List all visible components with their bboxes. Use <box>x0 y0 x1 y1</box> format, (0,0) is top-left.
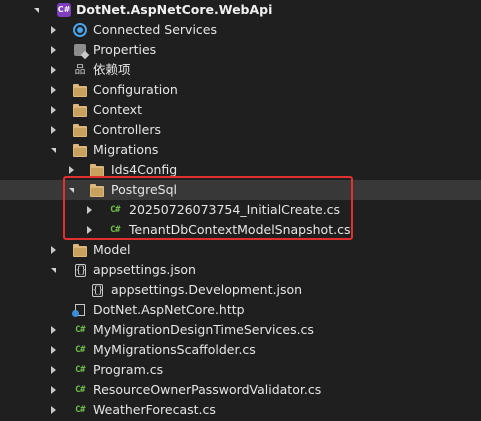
connected-services-icon <box>72 22 88 38</box>
tree-item-label: MyMigrationsScaffolder.cs <box>93 342 256 357</box>
chevron-right-icon[interactable] <box>47 60 59 80</box>
chevron-down-icon[interactable] <box>47 140 59 160</box>
chevron-right-icon[interactable] <box>47 380 59 400</box>
tree-item-label: Controllers <box>93 122 161 137</box>
dependencies-icon: 品 <box>74 63 86 76</box>
tree-item-label: appsettings.Development.json <box>111 282 303 297</box>
chevron-right-icon[interactable] <box>47 100 59 120</box>
tree-row-resource-owner[interactable]: C# ResourceOwnerPasswordValidator.cs <box>0 380 481 400</box>
tree-row-context[interactable]: Context <box>0 100 481 120</box>
chevron-down-icon[interactable] <box>47 260 59 280</box>
tree-row-model[interactable]: Model <box>0 240 481 260</box>
folder-open-icon <box>72 142 88 158</box>
tree-row-connected-services[interactable]: Connected Services <box>0 20 481 40</box>
tree-row-controllers[interactable]: Controllers <box>0 120 481 140</box>
project-name: DotNet.AspNetCore.WebApi <box>76 2 273 17</box>
tree-row-dependencies[interactable]: 品 依赖项 <box>0 60 481 80</box>
tree-row-appsettings[interactable]: {} appsettings.json <box>0 260 481 280</box>
json-file-icon: {} <box>74 263 87 277</box>
http-file-icon <box>72 302 88 318</box>
tree-row-http-file[interactable]: DotNet.AspNetCore.http <box>0 300 481 320</box>
chevron-right-icon[interactable] <box>47 360 59 380</box>
solution-explorer-tree: C# DotNet.AspNetCore.WebApi Connected Se… <box>0 0 481 421</box>
tree-item-label: WeatherForecast.cs <box>93 402 216 417</box>
tree-row-appsettings-development[interactable]: {} appsettings.Development.json <box>0 280 481 300</box>
tree-item-label: appsettings.json <box>93 262 196 277</box>
tree-item-label: Configuration <box>93 82 178 97</box>
csharp-file-icon: C# <box>75 325 85 335</box>
tree-row-scaffolder[interactable]: C# MyMigrationsScaffolder.cs <box>0 340 481 360</box>
folder-icon <box>72 122 88 138</box>
tree-row-weather-forecast[interactable]: C# WeatherForecast.cs <box>0 400 481 420</box>
json-file-icon: {} <box>91 283 104 297</box>
tree-item-label: Model <box>93 242 131 257</box>
tree-row-design-time-services[interactable]: C# MyMigrationDesignTimeServices.cs <box>0 320 481 340</box>
chevron-right-icon[interactable] <box>47 340 59 360</box>
csharp-file-icon: C# <box>75 405 85 415</box>
tree-item-label: Context <box>93 102 142 117</box>
tree-item-label: Migrations <box>93 142 159 157</box>
folder-icon <box>72 102 88 118</box>
tree-row-program[interactable]: C# Program.cs <box>0 360 481 380</box>
tree-item-label: DotNet.AspNetCore.http <box>93 302 245 317</box>
folder-icon <box>72 242 88 258</box>
tree-row-migrations[interactable]: Migrations <box>0 140 481 160</box>
tree-row-properties[interactable]: Properties <box>0 40 481 60</box>
tree-item-label: Connected Services <box>93 22 217 37</box>
chevron-right-icon[interactable] <box>47 400 59 420</box>
annotation-highlight-box <box>63 176 353 240</box>
chevron-right-icon[interactable] <box>47 80 59 100</box>
csharp-file-icon: C# <box>75 365 85 375</box>
csharp-project-icon: C# <box>56 2 72 18</box>
csharp-file-icon: C# <box>75 345 85 355</box>
chevron-right-icon[interactable] <box>47 20 59 40</box>
csharp-file-icon: C# <box>75 385 85 395</box>
chevron-down-icon[interactable] <box>30 0 42 20</box>
tree-row-project[interactable]: C# DotNet.AspNetCore.WebApi <box>0 0 481 20</box>
tree-item-label: 依赖项 <box>93 62 131 77</box>
tree-item-label: Program.cs <box>93 362 164 377</box>
tree-item-label: MyMigrationDesignTimeServices.cs <box>93 322 314 337</box>
chevron-right-icon[interactable] <box>47 240 59 260</box>
tree-item-label: Properties <box>93 42 157 57</box>
tree-item-label: ResourceOwnerPasswordValidator.cs <box>93 382 322 397</box>
chevron-right-icon[interactable] <box>47 320 59 340</box>
properties-wrench-icon <box>72 42 88 58</box>
chevron-right-icon[interactable] <box>47 120 59 140</box>
chevron-right-icon[interactable] <box>47 40 59 60</box>
tree-row-configuration[interactable]: Configuration <box>0 80 481 100</box>
folder-icon <box>72 82 88 98</box>
